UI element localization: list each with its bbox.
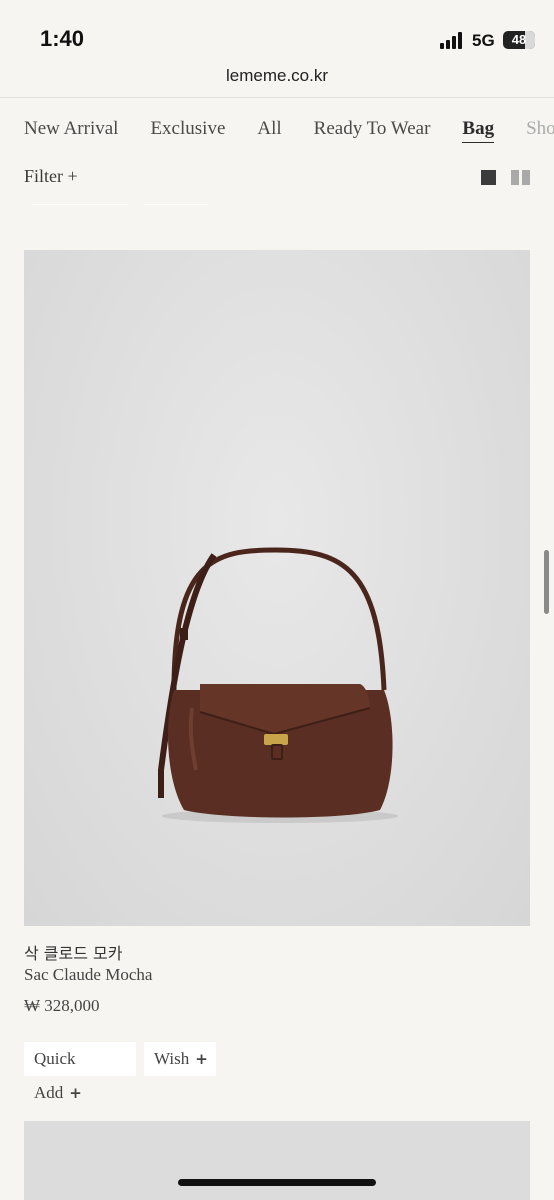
nav-item-bag[interactable]: Bag	[462, 118, 495, 143]
grid-single-icon[interactable]	[481, 170, 496, 185]
status-time: 1:40	[40, 26, 85, 51]
product-image[interactable]	[24, 250, 530, 926]
quick-add-button[interactable]: Quick Add +	[24, 1042, 136, 1102]
battery-level: 48	[511, 32, 527, 47]
plus-icon: +	[195, 1050, 208, 1068]
handbag-illustration	[158, 547, 398, 823]
category-nav: New Arrival Exclusive All Ready To Wear …	[24, 118, 554, 146]
nav-item-exclusive[interactable]: Exclusive	[150, 118, 225, 140]
divider	[144, 204, 208, 205]
wish-label: Wish	[154, 1049, 190, 1068]
divider	[32, 204, 128, 205]
nav-item-new-arrival[interactable]: New Arrival	[24, 118, 118, 140]
product-image[interactable]	[24, 1121, 530, 1200]
nav-item-all[interactable]: All	[257, 118, 281, 140]
filter-button[interactable]: Filter +	[24, 166, 78, 187]
address-bar[interactable]: lememe.co.kr	[0, 66, 554, 86]
scrollbar[interactable]	[544, 550, 549, 614]
nav-item-ready-to-wear[interactable]: Ready To Wear	[314, 118, 431, 140]
grid-double-icon[interactable]	[511, 170, 530, 185]
product-name-korean[interactable]: 삭 클로드 모카	[24, 940, 123, 964]
divider	[0, 97, 554, 98]
signal-icon	[440, 31, 466, 49]
network-label: 5G	[472, 31, 495, 50]
product-name[interactable]: Sac Claude Mocha	[24, 965, 152, 985]
status-bar: 1:40 5G 48	[0, 0, 554, 60]
wish-button[interactable]: Wish +	[144, 1042, 216, 1076]
product-price: ₩ 328,000	[24, 996, 100, 1015]
battery-icon: 48	[503, 31, 535, 49]
home-indicator[interactable]	[178, 1179, 376, 1186]
nav-item-shoes[interactable]: Shoes	[526, 118, 554, 140]
plus-icon: +	[69, 1084, 82, 1102]
